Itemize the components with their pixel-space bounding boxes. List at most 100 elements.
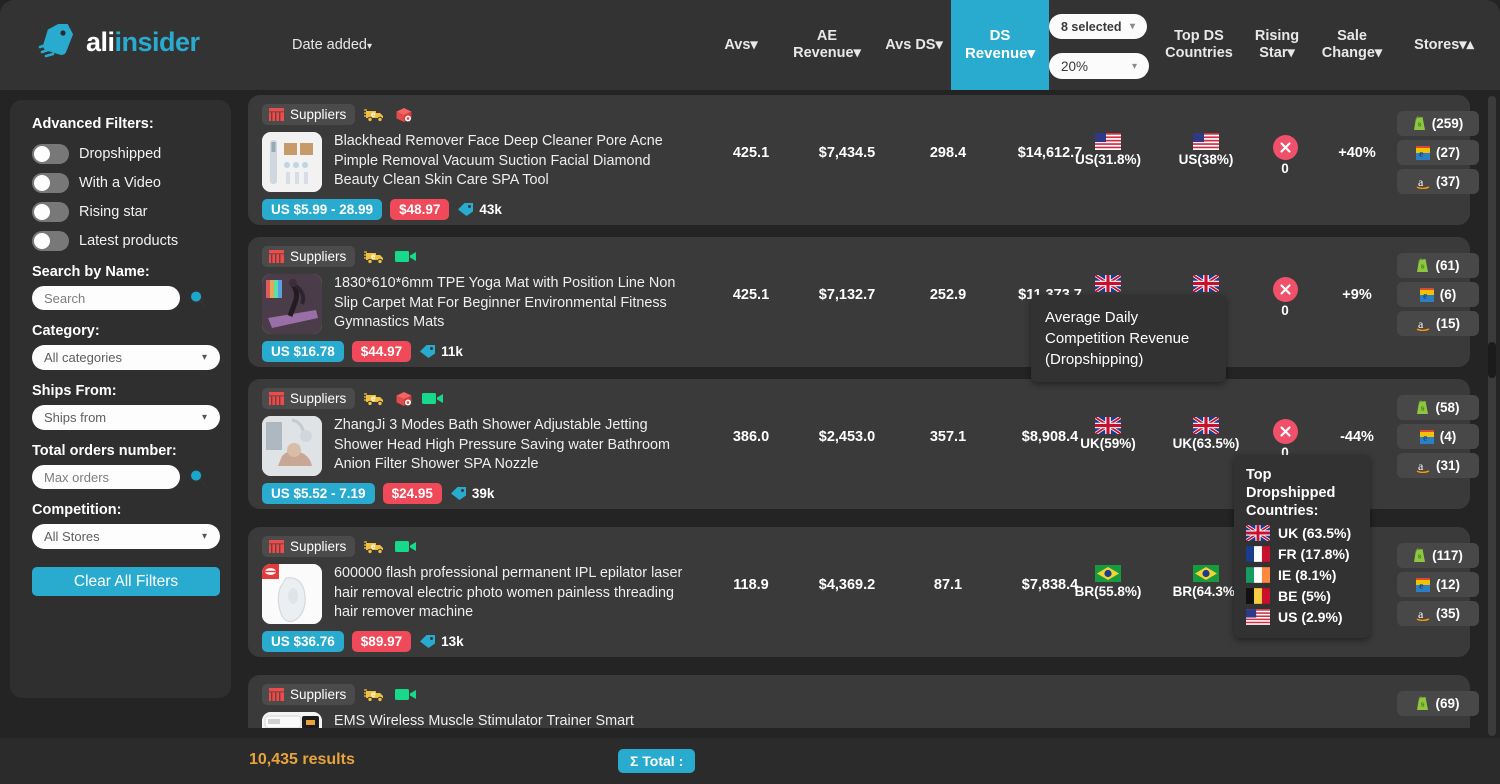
- ebay-icon: e: [1415, 145, 1430, 160]
- country-ae: UK(59%): [1060, 417, 1156, 451]
- results-count: 10,435 results: [249, 751, 355, 768]
- percent-dropdown[interactable]: 20% ▾: [1049, 53, 1149, 79]
- max-orders-input[interactable]: [32, 465, 180, 489]
- store-badge-ebay[interactable]: e (6): [1397, 282, 1479, 307]
- column-header-ae-revenue[interactable]: AE Revenue▾: [780, 28, 874, 62]
- toggle-switch[interactable]: [32, 231, 69, 251]
- filter-toggle-dropshipped[interactable]: Dropshipped: [32, 144, 209, 164]
- svg-text:a: a: [1418, 317, 1424, 331]
- close-icon: [1272, 135, 1298, 160]
- suppliers-button[interactable]: Suppliers: [262, 684, 356, 705]
- clear-all-filters-button[interactable]: Clear All Filters: [32, 567, 220, 596]
- ships-from-select[interactable]: Ships from ▾: [32, 405, 220, 430]
- product-title[interactable]: 1830*610*6mm TPE Yoga Mat with Position …: [334, 274, 694, 334]
- store-badge-ebay[interactable]: e (27): [1397, 140, 1479, 165]
- video-icon[interactable]: [395, 249, 417, 264]
- metric-ae-revenue: $7,132.7: [818, 287, 876, 303]
- product-thumbnail[interactable]: [262, 132, 322, 192]
- store-badge-ebay[interactable]: e (4): [1397, 424, 1479, 449]
- product-thumbnail[interactable]: [262, 416, 322, 476]
- product-title[interactable]: Blackhead Remover Face Deep Cleaner Pore…: [334, 132, 694, 192]
- product-list: Suppliers e Blackhead Remover Face Deep …: [241, 90, 1486, 738]
- video-icon[interactable]: [395, 687, 417, 702]
- product-title[interactable]: ZhangJi 3 Modes Bath Shower Adjustable J…: [334, 416, 694, 476]
- truck-icon[interactable]: e: [364, 107, 386, 123]
- filter-toggle-latest-products[interactable]: Latest products: [32, 231, 209, 251]
- metric-ae-revenue: $7,434.5: [818, 145, 876, 161]
- red-box-icon[interactable]: [395, 107, 413, 123]
- competition-select[interactable]: All Stores ▾: [32, 524, 220, 549]
- product-badges: Suppliers e: [262, 684, 702, 705]
- sales-count: 43k: [457, 202, 502, 217]
- toggle-switch[interactable]: [32, 173, 69, 193]
- scrollbar-thumb[interactable]: [1488, 342, 1496, 378]
- filter-toggle-rising-star[interactable]: Rising star: [32, 202, 209, 222]
- product-badges: Suppliers e: [262, 246, 702, 267]
- price-row: US $16.78 $44.97 11k: [262, 341, 702, 362]
- store-badge-amazon[interactable]: a (15): [1397, 311, 1479, 336]
- suppliers-button[interactable]: Suppliers: [262, 388, 356, 409]
- metric-avs-ds: 252.9: [929, 287, 967, 303]
- rising-star-cell: 0: [1255, 277, 1315, 318]
- ie-flag-icon: [1246, 567, 1270, 583]
- product-title[interactable]: 600000 flash professional permanent IPL …: [334, 564, 694, 624]
- column-header-sale-change[interactable]: Sale Change▾: [1309, 28, 1395, 62]
- store-badge-shopify[interactable]: s (58): [1397, 395, 1479, 420]
- total-button[interactable]: Σ Total :: [618, 749, 696, 773]
- truck-icon[interactable]: e: [364, 391, 386, 407]
- filter-toggle-with-a-video[interactable]: With a Video: [32, 173, 209, 193]
- suppliers-button[interactable]: Suppliers: [262, 104, 356, 125]
- column-header-avs[interactable]: Avs▾: [713, 37, 769, 54]
- svg-text:e: e: [1419, 149, 1424, 160]
- category-select[interactable]: All categories ▾: [32, 345, 220, 370]
- page-scrollbar[interactable]: [1488, 96, 1496, 736]
- red-box-icon[interactable]: [395, 391, 413, 407]
- video-icon[interactable]: [422, 391, 444, 406]
- max-orders-field: [32, 465, 209, 489]
- store-badge-amazon[interactable]: a (35): [1397, 601, 1479, 626]
- column-header-ds-revenue[interactable]: DS Revenue▾: [951, 0, 1049, 90]
- truck-icon[interactable]: e: [364, 687, 386, 703]
- search-input[interactable]: [32, 286, 180, 310]
- column-header-top-ds-countries[interactable]: Top DS Countries: [1153, 28, 1245, 62]
- ebay-icon: e: [1415, 577, 1430, 592]
- store-badge-shopify[interactable]: s (69): [1397, 691, 1479, 716]
- product-thumbnail[interactable]: [262, 564, 322, 624]
- truck-icon[interactable]: e: [364, 249, 386, 265]
- store-badge-shopify[interactable]: s (117): [1397, 543, 1479, 568]
- store-badge-amazon[interactable]: a (31): [1397, 453, 1479, 478]
- metric-avs: 425.1: [732, 287, 770, 303]
- svg-text:e: e: [1423, 291, 1428, 302]
- truck-icon[interactable]: e: [364, 539, 386, 555]
- product-thumbnail[interactable]: [262, 274, 322, 334]
- toggle-switch[interactable]: [32, 144, 69, 164]
- column-header-stores[interactable]: Stores▾▴: [1398, 37, 1490, 54]
- sort-date-added[interactable]: Date added▾: [292, 37, 372, 55]
- uk-flag-icon: [1095, 417, 1121, 434]
- toggle-switch[interactable]: [32, 202, 69, 222]
- suppliers-button[interactable]: Suppliers: [262, 536, 356, 557]
- table-row[interactable]: Suppliers e 1830*610*6mm TPE Yoga Mat wi…: [248, 237, 1479, 367]
- chevron-down-icon: ▾: [1131, 60, 1137, 72]
- svg-text:e: e: [1419, 581, 1424, 592]
- store-badge-amazon[interactable]: a (37): [1397, 169, 1479, 194]
- competition-value: All Stores: [44, 529, 100, 544]
- us-flag-icon: [1095, 133, 1121, 150]
- search-icon[interactable]: [188, 468, 207, 487]
- store-badge-ebay[interactable]: e (12): [1397, 572, 1479, 597]
- store-badge-shopify[interactable]: s (259): [1397, 111, 1479, 136]
- store-badge-shopify[interactable]: s (61): [1397, 253, 1479, 278]
- selected-count-dropdown[interactable]: 8 selected ▾: [1049, 14, 1147, 39]
- column-header-avs-ds[interactable]: Avs DS▾: [874, 37, 954, 54]
- svg-text:s: s: [1421, 406, 1425, 413]
- table-row[interactable]: Suppliers e Blackhead Remover Face Deep …: [248, 95, 1479, 225]
- column-header-rising-star[interactable]: Rising Star▾: [1245, 28, 1309, 62]
- sales-count: 11k: [419, 344, 463, 359]
- suppliers-button[interactable]: Suppliers: [262, 246, 356, 267]
- shopify-icon: s: [1417, 400, 1429, 414]
- logo[interactable]: aliinsider: [38, 24, 200, 60]
- price-range-badge: US $5.99 - 28.99: [262, 199, 383, 220]
- stores-cell: s (117) e (12) a (35): [1397, 543, 1479, 630]
- search-icon[interactable]: [188, 289, 207, 308]
- video-icon[interactable]: [395, 539, 417, 554]
